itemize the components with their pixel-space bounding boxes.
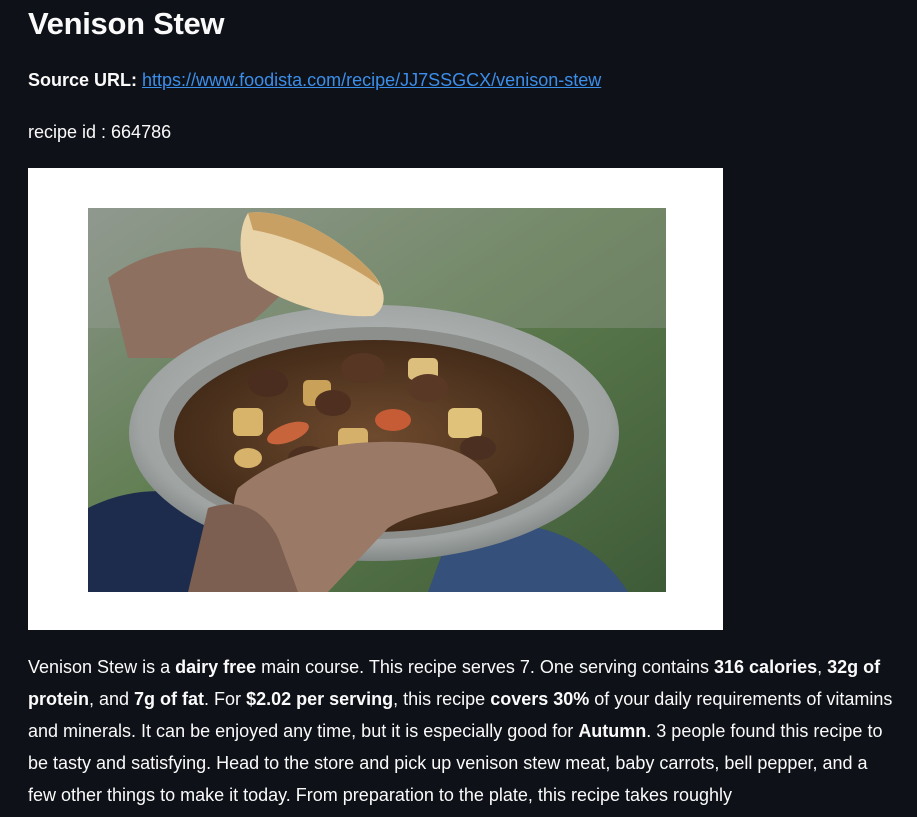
recipe-id: recipe id : 664786 (28, 122, 172, 142)
recipe-summary: Venison Stew is a dairy free main course… (28, 651, 898, 811)
recipe-image-frame (28, 168, 723, 630)
summary-text: main course. This recipe serves 7. One s… (256, 657, 715, 677)
summary-text: , this recipe (393, 689, 491, 709)
recipe-image (88, 208, 666, 592)
recipe-title: Venison Stew (28, 6, 225, 41)
source-url-link[interactable]: https://www.foodista.com/recipe/JJ7SSGCX… (142, 70, 601, 90)
summary-text: , (817, 657, 828, 677)
summary-bold-season: Autumn (578, 721, 647, 741)
source-url-label: Source URL: (28, 70, 138, 90)
summary-text: . For (204, 689, 247, 709)
summary-bold-diet: dairy free (175, 657, 257, 677)
summary-bold-fat: 7g of fat (134, 689, 205, 709)
summary-bold-coverage: covers 30% (490, 689, 590, 709)
recipe-content: Venison Stew Source URL: https://www.foo… (28, 0, 898, 805)
summary-bold-calories: 316 calories (714, 657, 818, 677)
summary-text: Venison Stew is a (28, 657, 176, 677)
source-url-line: Source URL: https://www.foodista.com/rec… (28, 66, 898, 94)
summary-text: , and (89, 689, 135, 709)
summary-bold-price: $2.02 per serving (246, 689, 394, 709)
